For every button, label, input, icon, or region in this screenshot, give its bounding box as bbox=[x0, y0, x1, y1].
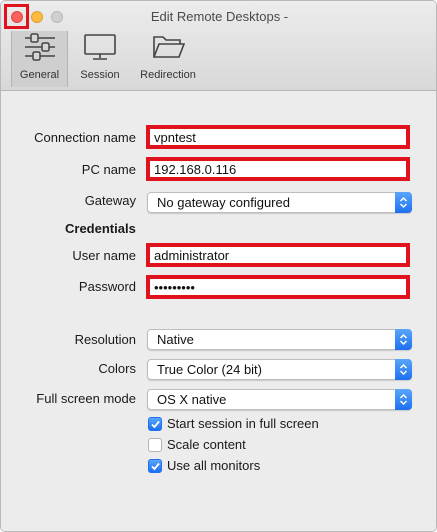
colors-popup[interactable]: True Color (24 bit) bbox=[147, 359, 412, 380]
connection-name-label: Connection name bbox=[34, 130, 136, 145]
full-screen-mode-label: Full screen mode bbox=[36, 391, 136, 406]
gateway-label: Gateway bbox=[84, 193, 136, 208]
full-screen-mode-popup[interactable]: OS X native bbox=[147, 389, 412, 410]
tab-redirection[interactable]: Redirection bbox=[135, 31, 201, 87]
gateway-popup[interactable]: No gateway configured bbox=[147, 192, 412, 213]
pc-name-field[interactable] bbox=[146, 157, 410, 181]
chevron-up-down-icon bbox=[395, 192, 412, 213]
tab-redirection-label: Redirection bbox=[140, 69, 196, 81]
credentials-heading: Credentials bbox=[65, 221, 136, 236]
colors-value: True Color (24 bit) bbox=[157, 362, 262, 377]
use-all-monitors-label: Use all monitors bbox=[167, 458, 261, 473]
title-bar: Edit Remote Desktops - General Session R… bbox=[1, 1, 436, 91]
user-name-field[interactable] bbox=[146, 243, 410, 267]
resolution-popup[interactable]: Native bbox=[147, 329, 412, 350]
checkbox-checked[interactable] bbox=[148, 417, 162, 431]
tab-session-label: Session bbox=[80, 69, 120, 81]
gateway-value: No gateway configured bbox=[157, 195, 290, 210]
resolution-value: Native bbox=[157, 332, 194, 347]
pc-name-label: PC name bbox=[81, 162, 136, 177]
user-name-label: User name bbox=[72, 248, 136, 263]
checkbox-unchecked[interactable] bbox=[148, 438, 162, 452]
general-settings-panel: Connection name PC name Gateway No gatew… bbox=[1, 92, 436, 531]
chevron-up-down-icon bbox=[395, 389, 412, 410]
password-label: Password bbox=[78, 279, 136, 294]
scale-content-label: Scale content bbox=[167, 437, 246, 452]
chevron-up-down-icon bbox=[395, 329, 412, 350]
sliders-icon bbox=[12, 33, 67, 64]
window-title: Edit Remote Desktops - bbox=[150, 9, 289, 24]
tab-general-label: General bbox=[19, 69, 60, 81]
password-field[interactable] bbox=[146, 275, 410, 299]
tab-general[interactable]: General bbox=[11, 31, 68, 87]
chevron-up-down-icon bbox=[395, 359, 412, 380]
resolution-label: Resolution bbox=[74, 332, 136, 347]
tab-session[interactable]: Session bbox=[73, 31, 127, 87]
edit-remote-desktop-window: Edit Remote Desktops - General Session R… bbox=[0, 0, 437, 532]
checkbox-checked[interactable] bbox=[148, 459, 162, 473]
colors-label: Colors bbox=[98, 361, 136, 376]
full-screen-mode-value: OS X native bbox=[157, 392, 227, 407]
connection-name-field[interactable] bbox=[146, 125, 410, 149]
folder-icon bbox=[135, 33, 201, 64]
monitor-icon bbox=[73, 33, 127, 64]
start-session-full-screen-label: Start session in full screen bbox=[167, 416, 319, 431]
